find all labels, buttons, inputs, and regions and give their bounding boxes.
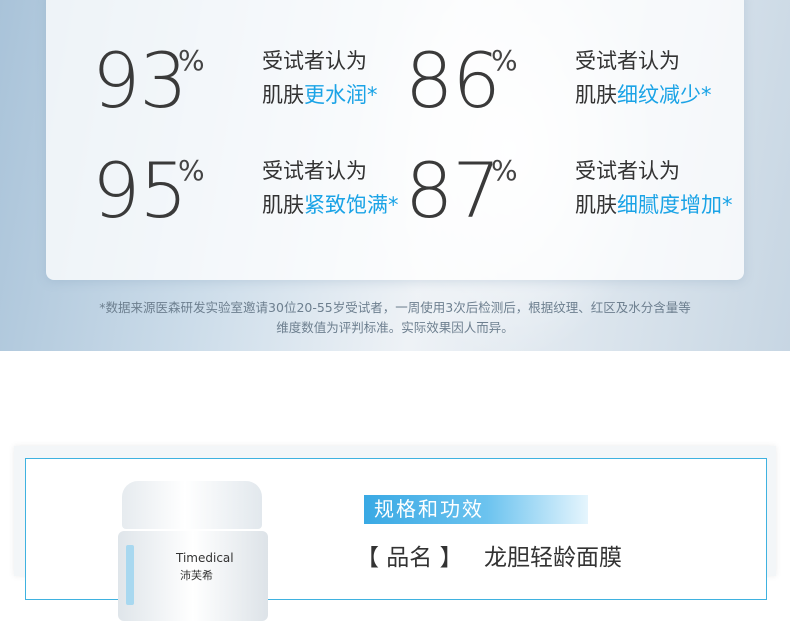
- spec-row-name: 【 品名 】 龙胆轻龄面膜: [356, 543, 622, 573]
- stat-number: 93: [92, 36, 188, 125]
- stat-percent: %: [491, 44, 518, 77]
- spec-title: 规格和功效: [374, 497, 484, 521]
- jar-lid: [122, 481, 262, 529]
- product-jar-image: Timedical 沛芙希: [118, 481, 268, 621]
- stat-percent: %: [491, 154, 518, 187]
- stats-card: 93 % 受试者认为 肌肤更水润* 86 % 受试者认为 肌肤细纹减少* 95 …: [46, 0, 744, 280]
- product-frame: Timedical 沛芙希 规格和功效 【 品名 】 龙胆轻龄面膜: [25, 458, 767, 621]
- stat-highlight: 更水润*: [304, 83, 378, 107]
- jar-brand: Timedical: [176, 551, 234, 565]
- spec-value: 龙胆轻龄面膜: [483, 545, 622, 571]
- stat-desc: 肌肤细纹减少*: [575, 83, 712, 107]
- stat-number: 86: [405, 36, 501, 125]
- footnote-line: *数据来源医森研发实验室邀请30位20-55岁受试者，一周使用3次后检测后，根据…: [99, 300, 691, 315]
- stat-label: 受试者认为: [575, 159, 680, 183]
- spec-label: 【 品名 】: [356, 545, 463, 571]
- hero-section: 93 % 受试者认为 肌肤更水润* 86 % 受试者认为 肌肤细纹减少* 95 …: [0, 0, 790, 351]
- stat-highlight: 细腻度增加*: [617, 193, 733, 217]
- stat-desc: 肌肤紧致饱满*: [262, 193, 399, 217]
- footnote-line: 维度数值为评判标准。实际效果因人而异。: [276, 320, 514, 335]
- stat-number: 87: [405, 146, 501, 235]
- stat-desc: 肌肤更水润*: [262, 83, 378, 107]
- stat-label: 受试者认为: [262, 159, 367, 183]
- stat-percent: %: [178, 44, 205, 77]
- stat-highlight: 细纹减少*: [617, 83, 712, 107]
- stat-label: 受试者认为: [575, 49, 680, 73]
- stat-desc: 肌肤细腻度增加*: [575, 193, 733, 217]
- jar-brand-cn: 沛芙希: [180, 569, 213, 582]
- spec-title-banner: 规格和功效: [364, 495, 588, 524]
- stat-label: 受试者认为: [262, 49, 367, 73]
- stat-highlight: 紧致饱满*: [304, 193, 399, 217]
- product-section: Timedical 沛芙希 规格和功效 【 品名 】 龙胆轻龄面膜: [14, 446, 776, 621]
- jar-stripe: [126, 545, 134, 605]
- stat-percent: %: [178, 154, 205, 187]
- stat-number: 95: [92, 146, 188, 235]
